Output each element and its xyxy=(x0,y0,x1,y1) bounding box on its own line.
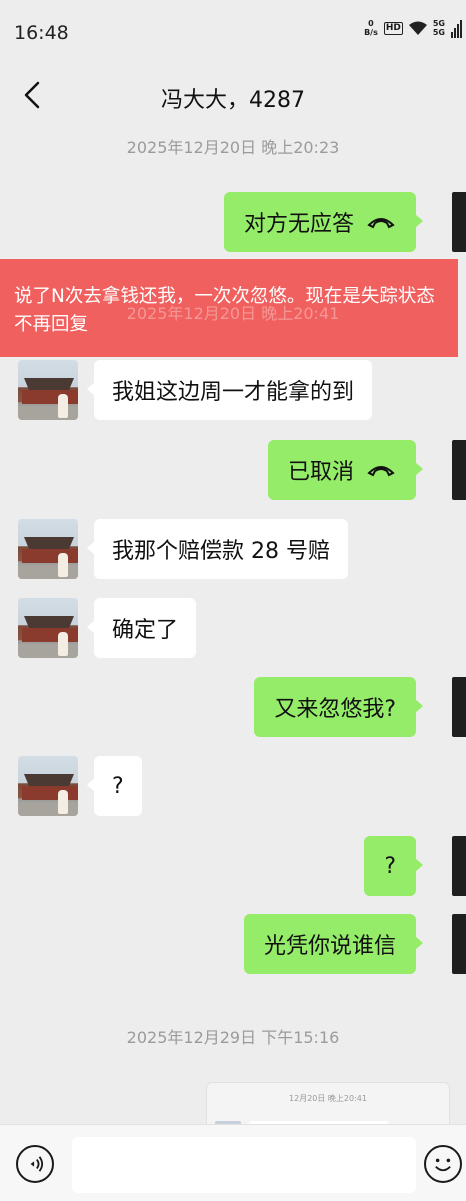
message-row-out: ? xyxy=(364,836,466,896)
message-row-out: 对方无应答 xyxy=(223,192,466,252)
message-row-in: 我姐这边周一才能拿的到 xyxy=(18,360,373,420)
message-row-out: 光凭你说谁信 xyxy=(243,914,466,974)
chat-title: 冯大大，4287 xyxy=(161,88,305,113)
message-bubble-in[interactable]: 确定了 xyxy=(86,598,197,658)
message-bubble-out[interactable]: 对方无应答 xyxy=(223,192,424,252)
signal-icon xyxy=(451,18,462,38)
status-icons: 0 B/s HD 5G 5G xyxy=(364,18,462,38)
net-speed: 0 B/s xyxy=(364,19,378,37)
contact-avatar[interactable] xyxy=(18,360,78,420)
my-avatar[interactable] xyxy=(452,914,466,974)
message-row-in: ? xyxy=(18,756,142,816)
emoji-icon[interactable] xyxy=(424,1145,462,1183)
my-avatar[interactable] xyxy=(452,440,466,500)
message-bubble-out[interactable]: ? xyxy=(364,836,423,896)
forwarded-timestamp: 12月20日 晚上20:41 xyxy=(289,1094,367,1103)
timestamp-behind-banner: 2025年12月20日 晚上20:41 xyxy=(126,304,340,323)
message-input[interactable] xyxy=(72,1137,416,1193)
network-type: 5G 5G xyxy=(432,19,445,37)
wifi-icon xyxy=(408,21,427,35)
message-row-out: 又来忽悠我? xyxy=(254,677,466,737)
contact-avatar[interactable] xyxy=(18,598,78,658)
message-bubble-in[interactable]: ? xyxy=(87,756,142,816)
my-avatar[interactable] xyxy=(452,192,466,252)
status-bar: 16:48 0 B/s HD 5G 5G xyxy=(0,0,466,64)
call-end-icon xyxy=(367,218,395,229)
message-bubble-in[interactable]: 我姐这边周一才能拿的到 xyxy=(86,360,373,420)
chat-header: 冯大大，4287 xyxy=(0,64,466,128)
message-bubble-out[interactable]: 又来忽悠我? xyxy=(254,677,423,737)
voice-icon[interactable] xyxy=(16,1145,54,1183)
hd-icon: HD xyxy=(383,21,403,35)
status-time: 16:48 xyxy=(14,22,69,44)
my-avatar[interactable] xyxy=(452,677,466,737)
message-bubble-out[interactable]: 已取消 xyxy=(267,440,424,500)
my-avatar[interactable] xyxy=(452,836,466,896)
message-row-out: 已取消 xyxy=(267,440,466,500)
message-row-in: 确定了 xyxy=(18,598,197,658)
input-bar xyxy=(0,1124,466,1201)
timestamp: 2025年12月20日 晚上20:23 xyxy=(126,138,340,157)
message-row-in: 我那个赔偿款 28 号赔 xyxy=(18,519,348,579)
contact-avatar[interactable] xyxy=(18,519,78,579)
timestamp: 2025年12月29日 下午15:16 xyxy=(126,1028,340,1047)
call-end-icon xyxy=(367,466,395,477)
message-bubble-out[interactable]: 光凭你说谁信 xyxy=(243,914,424,974)
message-bubble-in[interactable]: 我那个赔偿款 28 号赔 xyxy=(87,519,348,579)
contact-avatar[interactable] xyxy=(18,756,78,816)
